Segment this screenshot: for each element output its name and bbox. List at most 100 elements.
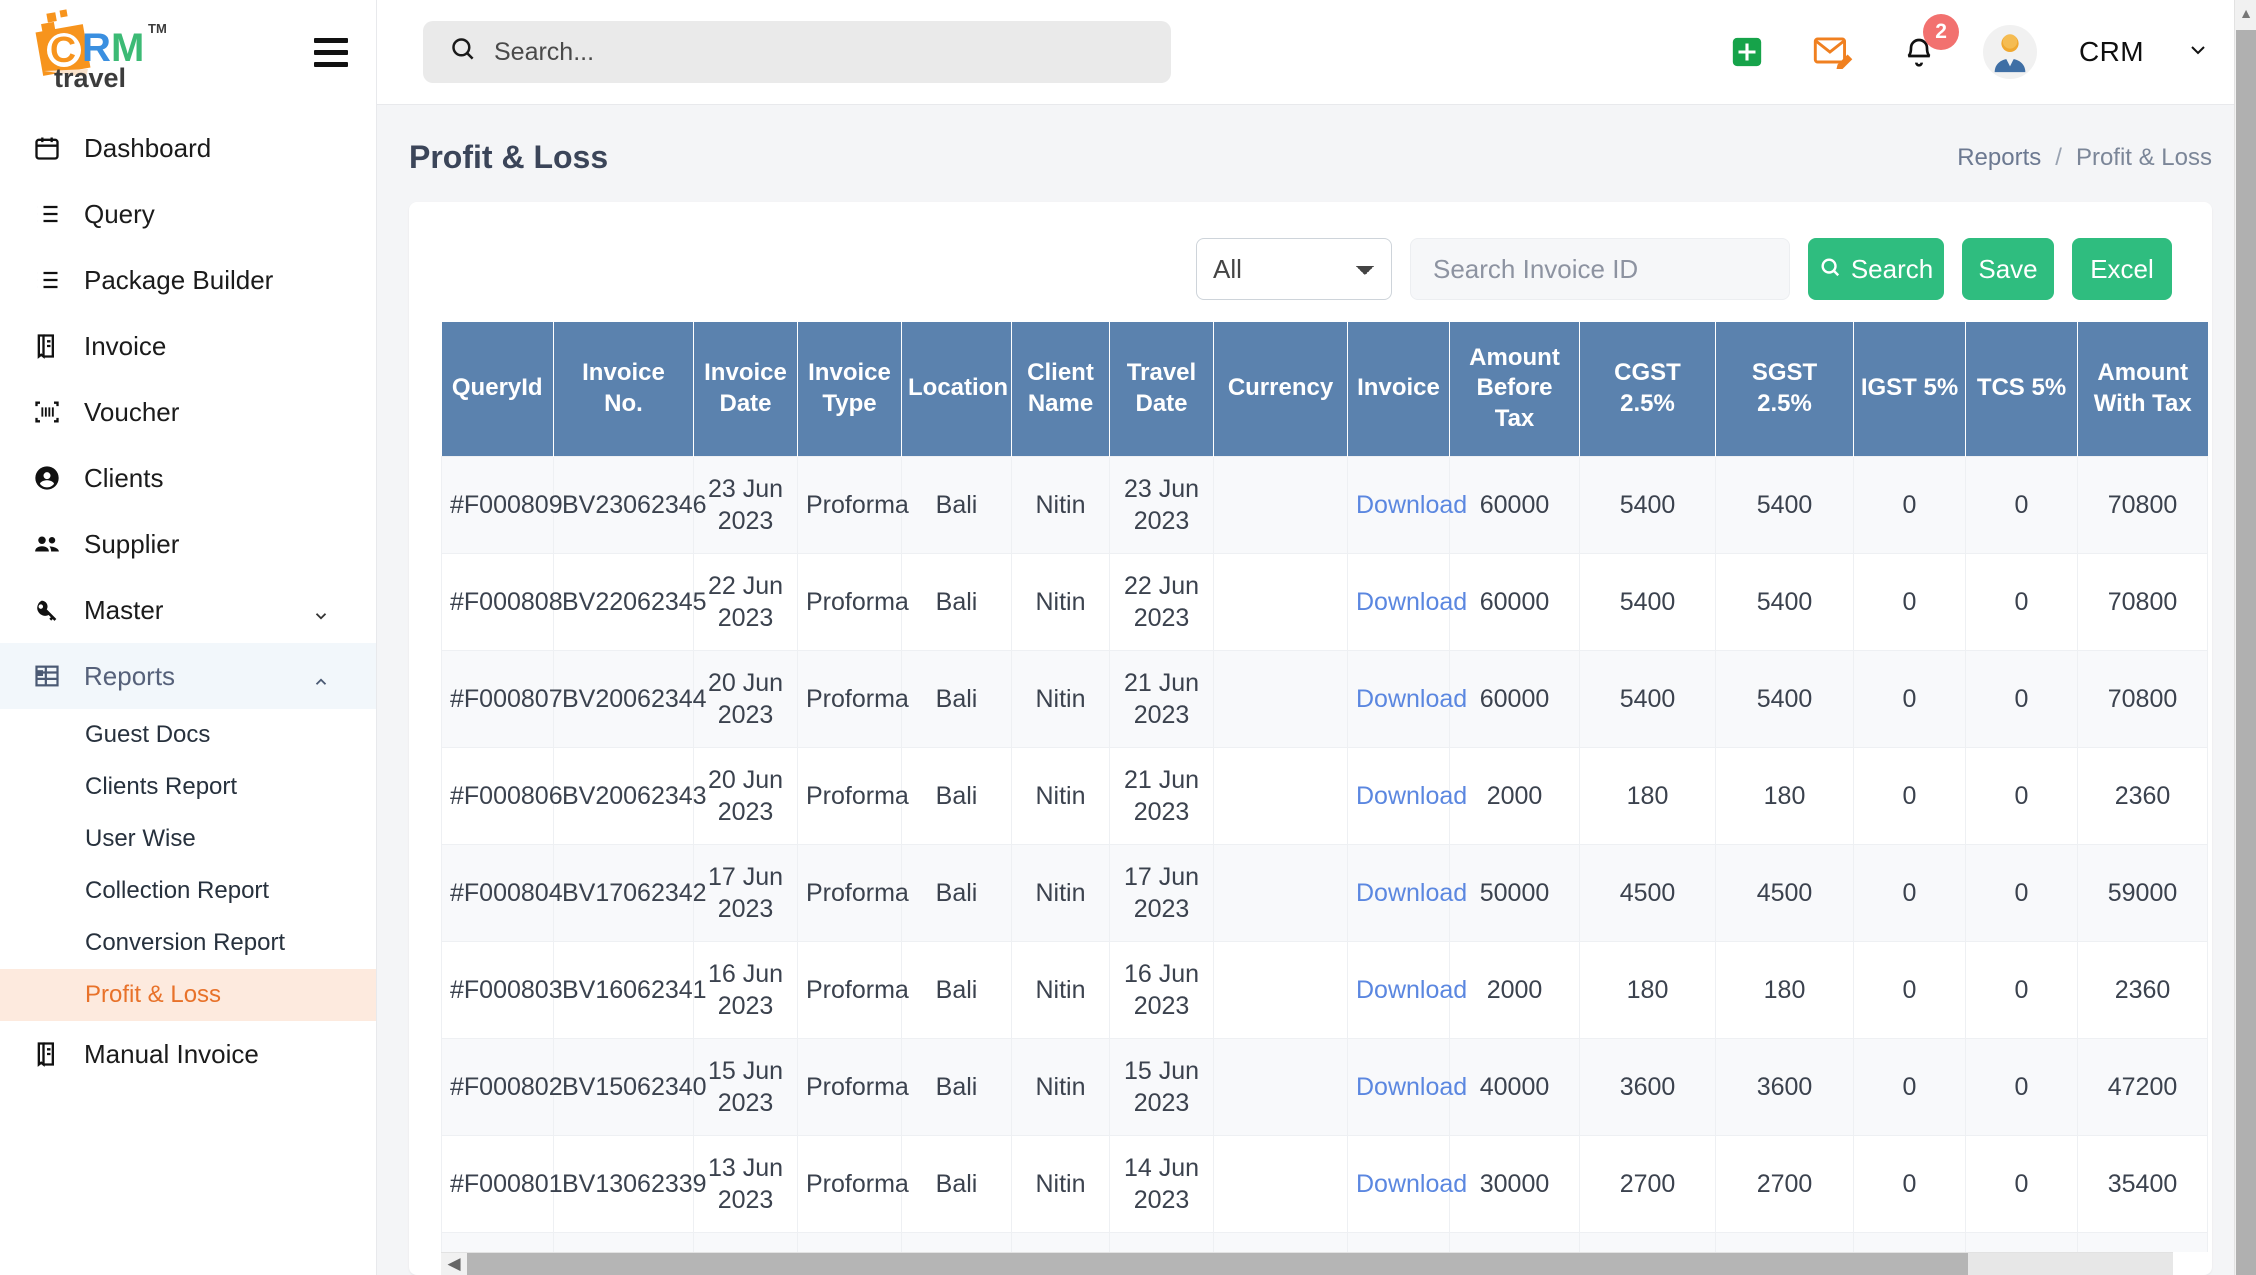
sidebar-subitem-clients-report[interactable]: Clients Report [0, 761, 376, 813]
invoice-type-select[interactable]: All [1196, 238, 1392, 300]
scrollbar-track[interactable] [467, 1252, 2173, 1275]
cell-invoice-download[interactable]: Download [1347, 1134, 1467, 1233]
table-horizontal-scrollbar[interactable]: ◀ [441, 1251, 2173, 1275]
cell-invoice-download[interactable]: Download [1347, 455, 1467, 554]
sidebar-subitem-user-wise[interactable]: User Wise [0, 813, 376, 865]
column-header-location[interactable]: Location [901, 322, 1012, 456]
column-header-currency[interactable]: Currency [1213, 322, 1348, 456]
scroll-left-arrow-icon[interactable]: ◀ [441, 1254, 467, 1274]
sidebar-item-clients[interactable]: Clients [0, 445, 376, 511]
cell-igst: 0 [1853, 1037, 1966, 1136]
column-header-tcs[interactable]: TCS 5% [1965, 322, 2078, 456]
page-scrollbar-thumb[interactable] [2236, 30, 2256, 1275]
cell-queryid: #F000803 [441, 940, 563, 1039]
cell-invoice-type: Proforma [797, 843, 909, 942]
column-header-amount-with-tax[interactable]: Amount With Tax [2077, 322, 2208, 456]
cell-cgst: 4500 [1579, 843, 1716, 942]
column-header-igst[interactable]: IGST 5% [1853, 322, 1966, 456]
save-button[interactable]: Save [1962, 238, 2054, 300]
column-header-amount-before-tax[interactable]: Amount Before Tax [1449, 322, 1580, 456]
column-header-invoice-no[interactable]: Invoice No. [553, 322, 694, 456]
cell-invoice-download[interactable]: Download [1347, 552, 1467, 651]
download-link[interactable]: Download [1356, 976, 1467, 1004]
download-link[interactable]: Download [1356, 1170, 1467, 1198]
sidebar-subitem-guest-docs[interactable]: Guest Docs [0, 709, 376, 761]
sidebar-item-query[interactable]: Query [0, 181, 376, 247]
download-link[interactable]: Download [1356, 588, 1467, 616]
hamburger-bar [314, 62, 348, 67]
column-header-invoice[interactable]: Invoice [1347, 322, 1450, 456]
sidebar-item-supplier[interactable]: Supplier [0, 511, 376, 577]
sidebar-subitem-conversion-report[interactable]: Conversion Report [0, 917, 376, 969]
sidebar-item-manual-invoice[interactable]: Manual Invoice [0, 1021, 376, 1087]
cell-invoice-download[interactable]: Download [1347, 1231, 1450, 1252]
table-row: #F000802 BV15062340 15 Jun 2023 Proforma Bal… [441, 1037, 2208, 1136]
bell-icon[interactable]: 2 [1897, 14, 1960, 74]
sidebar-item-voucher[interactable]: Voucher [0, 379, 376, 445]
column-header-client-name[interactable]: Client Name [1011, 322, 1110, 456]
scrollbar-thumb[interactable] [467, 1252, 1969, 1275]
scroll-up-arrow-icon[interactable]: ▲ [2235, 0, 2256, 26]
cell-invoice-download[interactable]: Download [1347, 843, 1467, 942]
cell-invoice-date: 17 Jun 2023 [693, 843, 798, 942]
cell-igst: 0 [1853, 552, 1966, 651]
sidebar-item-label: Package Builder [84, 264, 274, 295]
download-link[interactable]: Download [1356, 685, 1467, 713]
user-menu-label[interactable]: CRM [2079, 36, 2144, 68]
download-link[interactable]: Download [1356, 879, 1467, 907]
invoice-id-search-input[interactable] [1410, 238, 1790, 300]
cell-invoice-type: Proforma [797, 940, 909, 1039]
table-scroll-container: QueryId Invoice No. Invoice Date Invoice… [409, 322, 2212, 1252]
sidebar-item-invoice[interactable]: Invoice [0, 313, 376, 379]
cell-invoice-download[interactable]: Download [1347, 940, 1467, 1039]
cell-location: Bali [901, 746, 1012, 845]
cell-invoice-no: BV22062345 [553, 552, 707, 651]
cell-client-name: Nitin [1011, 455, 1110, 554]
cell-travel-date: 22 Jun 2023 [1109, 552, 1214, 651]
search-button[interactable]: Search [1808, 238, 1944, 300]
column-header-queryid[interactable]: QueryId [441, 322, 554, 456]
cell-igst: 0 [1853, 455, 1966, 554]
sidebar-subitem-label: Collection Report [85, 877, 270, 904]
sidebar-subitem-collection-report[interactable]: Collection Report [0, 865, 376, 917]
avatar[interactable] [1983, 25, 2038, 79]
excel-button-label: Excel [2090, 253, 2154, 284]
cell-location: Bali [901, 1037, 1012, 1136]
sidebar-item-reports[interactable]: Reports [0, 643, 376, 709]
svg-text:travel: travel [54, 63, 126, 91]
column-header-cgst[interactable]: CGST 2.5% [1579, 322, 1716, 456]
table-row: #F000806 BV20062343 20 Jun 2023 Proforma Bal… [441, 746, 2208, 845]
breadcrumb-parent[interactable]: Reports [1957, 144, 2041, 172]
download-link[interactable]: Download [1356, 782, 1467, 810]
cell-cgst: 3600 [1579, 1037, 1716, 1136]
table-row: #F000800BV0906233809 Jun 2023Proforma Nit… [441, 1231, 2208, 1252]
search-input[interactable] [494, 37, 1145, 67]
cell-invoice-download[interactable]: Download [1347, 649, 1467, 748]
filter-toolbar: All Search Save Excel [409, 202, 2212, 322]
crm-travel-logo[interactable]: C R M TM travel [30, 9, 220, 96]
cell-invoice-download[interactable]: Download [1347, 746, 1467, 845]
sidebar-item-label: Supplier [84, 528, 180, 559]
column-header-invoice-type[interactable]: Invoice Type [797, 322, 902, 456]
excel-button[interactable]: Excel [2072, 238, 2172, 300]
page-vertical-scrollbar[interactable]: ▲ [2234, 0, 2256, 1275]
sidebar-item-dashboard[interactable]: Dashboard [0, 115, 376, 181]
column-header-travel-date[interactable]: Travel Date [1109, 322, 1214, 456]
cell-invoice-no: BV23062346 [553, 455, 707, 554]
download-link[interactable]: Download [1356, 1073, 1467, 1101]
brand-row: C R M TM travel [0, 0, 376, 105]
download-link[interactable]: Download [1356, 491, 1467, 519]
cell-invoice-type: Proforma [797, 746, 909, 845]
column-header-sgst[interactable]: SGST 2.5% [1715, 322, 1854, 456]
cell-invoice-download[interactable]: Download [1347, 1037, 1467, 1136]
global-search[interactable] [423, 21, 1171, 83]
sidebar-subitem-profit-and-loss[interactable]: Profit & Loss [0, 969, 376, 1021]
sidebar-item-master[interactable]: Master [0, 577, 376, 643]
cell-igst: 0 [1853, 746, 1966, 845]
sidebar-item-package-builder[interactable]: Package Builder [0, 247, 376, 313]
add-green-icon[interactable] [1725, 30, 1769, 74]
chevron-down-icon[interactable] [2186, 38, 2210, 67]
sidebar-toggle-button[interactable] [314, 38, 348, 67]
column-header-invoice-date[interactable]: Invoice Date [693, 322, 798, 456]
mail-edit-icon[interactable] [1811, 30, 1855, 74]
